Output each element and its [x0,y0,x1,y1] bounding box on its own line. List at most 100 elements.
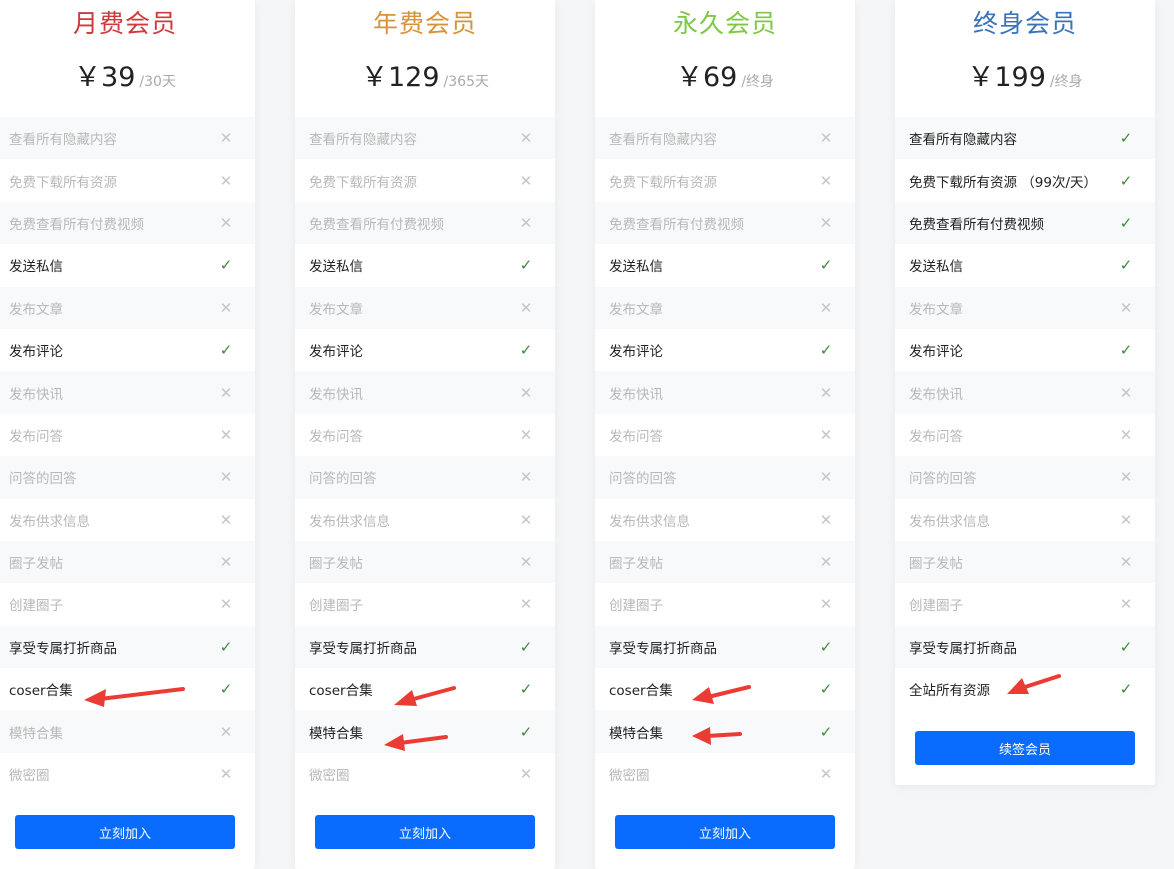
feature-label: 发布快讯 [309,386,363,403]
close-icon: ✕ [819,425,833,444]
feature-item: 问答的回答 ✕ [295,456,555,499]
join-button[interactable]: 立刻加入 [615,815,835,849]
feature-label: 发布问答 [909,428,963,445]
feature-label: 免费下载所有资源 [609,174,717,191]
close-icon: ✕ [519,298,533,317]
feature-label: 问答的回答 [909,471,977,488]
feature-label: coser合集 [309,683,373,700]
feature-label: coser合集 [609,683,673,700]
close-icon: ✕ [219,425,233,444]
close-icon: ✕ [219,553,233,572]
feature-label: 全站所有资源 [909,683,990,700]
close-icon: ✕ [219,468,233,487]
feature-item: 发布评论 ✓ [595,329,855,371]
close-icon: ✕ [819,468,833,487]
close-icon: ✕ [1119,595,1133,614]
feature-item: 享受专属打折商品 ✓ [895,625,1155,669]
feature-list: 查看所有隐藏内容 ✕ 免费下载所有资源 ✕ 免费查看所有付费视频 ✕ 发送私信 ✓ 发布… [595,117,855,795]
feature-item: 发布快讯 ✕ [0,371,255,414]
plan-card-lifetime: 终身会员 ￥199/终身 查看所有隐藏内容 ✓ 免费下载所有资源 （99次/天） ✓… [895,0,1155,785]
plan-price: ￥69/终身 [595,60,855,100]
feature-item: 免费下载所有资源 （99次/天） ✓ [895,159,1155,201]
check-icon: ✓ [1119,680,1133,699]
feature-item: 发布供求信息 ✕ [595,499,855,541]
feature-label: 免费下载所有资源 [9,174,117,191]
currency-symbol: ￥ [967,62,995,93]
feature-item: 圈子发帖 ✕ [895,540,1155,584]
feature-label: 查看所有隐藏内容 [309,132,417,149]
feature-label: coser合集 [9,683,73,700]
check-icon: ✓ [519,722,533,741]
feature-label: 发布评论 [9,344,63,361]
feature-label: 发布快讯 [609,386,663,403]
join-button[interactable]: 立刻加入 [15,815,235,849]
feature-item: 发送私信 ✓ [295,244,555,286]
feature-label: 查看所有隐藏内容 [609,132,717,149]
close-icon: ✕ [519,383,533,402]
feature-item: 免费查看所有付费视频 ✓ [895,201,1155,245]
close-icon: ✕ [1119,425,1133,444]
check-icon: ✓ [219,680,233,699]
feature-label: 发布快讯 [9,386,63,403]
check-icon: ✓ [1119,213,1133,232]
close-icon: ✕ [819,595,833,614]
price-amount: 39 [101,62,136,93]
close-icon: ✕ [519,213,533,232]
check-icon: ✓ [219,341,233,360]
price-amount: 199 [994,62,1046,93]
feature-label: 发布快讯 [909,386,963,403]
close-icon: ✕ [219,510,233,529]
close-icon: ✕ [519,425,533,444]
feature-item: 模特合集 ✓ [295,710,555,753]
close-icon: ✕ [519,553,533,572]
feature-label: 模特合集 [309,725,363,742]
feature-label: 发布问答 [9,428,63,445]
feature-list: 查看所有隐藏内容 ✕ 免费下载所有资源 ✕ 免费查看所有付费视频 ✕ 发送私信 ✓ 发布… [0,117,255,795]
close-icon: ✕ [819,765,833,784]
plan-card-permanent: 永久会员 ￥69/终身 查看所有隐藏内容 ✕ 免费下载所有资源 ✕ 免费查看所有付费… [595,0,855,869]
feature-label: 发布供求信息 [609,513,690,530]
feature-item: 微密圈 ✕ [595,753,855,795]
feature-item: 发布评论 ✓ [295,329,555,371]
feature-label: 查看所有隐藏内容 [909,132,1017,149]
plan-card-yearly: 年费会员 ￥129/365天 查看所有隐藏内容 ✕ 免费下载所有资源 ✕ 免费查看所… [295,0,555,869]
check-icon: ✓ [819,256,833,275]
close-icon: ✕ [519,595,533,614]
feature-item: 免费查看所有付费视频 ✕ [295,201,555,245]
feature-label: 免费查看所有付费视频 [609,216,744,233]
close-icon: ✕ [819,129,833,148]
plan-card-monthly: 月费会员 ￥39/30天 查看所有隐藏内容 ✕ 免费下载所有资源 ✕ 免费查看所有付… [0,0,255,869]
feature-item: 免费查看所有付费视频 ✕ [595,201,855,245]
feature-label: 圈子发帖 [309,556,363,573]
renew-button[interactable]: 续签会员 [915,731,1135,765]
feature-label: 发布文章 [309,301,363,318]
price-amount: 69 [702,62,738,93]
feature-item: coser合集 ✓ [0,668,255,710]
feature-label: 发布问答 [309,428,363,445]
feature-label: 发布评论 [909,344,963,361]
feature-label: 发送私信 [9,259,63,276]
feature-label: 发布文章 [609,301,663,318]
plan-price: ￥199/终身 [895,60,1155,100]
join-button[interactable]: 立刻加入 [315,815,535,849]
plan-title: 年费会员 [372,9,477,38]
feature-item: 查看所有隐藏内容 ✕ [0,117,255,160]
feature-item: 发送私信 ✓ [0,244,255,286]
feature-label: 问答的回答 [309,471,377,488]
feature-label: 发布评论 [609,344,663,361]
feature-label: 免费查看所有付费视频 [9,216,144,233]
feature-label: 查看所有隐藏内容 [9,132,117,149]
close-icon: ✕ [1119,553,1133,572]
plan-price: ￥39/30天 [0,60,255,100]
feature-item: 发送私信 ✓ [895,244,1155,286]
feature-label: 圈子发帖 [609,556,663,573]
feature-label: 创建圈子 [909,598,963,615]
feature-item: 享受专属打折商品 ✓ [0,625,255,669]
feature-item: 发布文章 ✕ [895,286,1155,329]
feature-item: 享受专属打折商品 ✓ [295,625,555,669]
feature-label: 享受专属打折商品 [909,640,1017,657]
feature-item: 圈子发帖 ✕ [595,540,855,584]
feature-item: 免费下载所有资源 ✕ [595,159,855,201]
plan-price: ￥129/365天 [295,60,555,100]
price-amount: 129 [388,62,440,93]
